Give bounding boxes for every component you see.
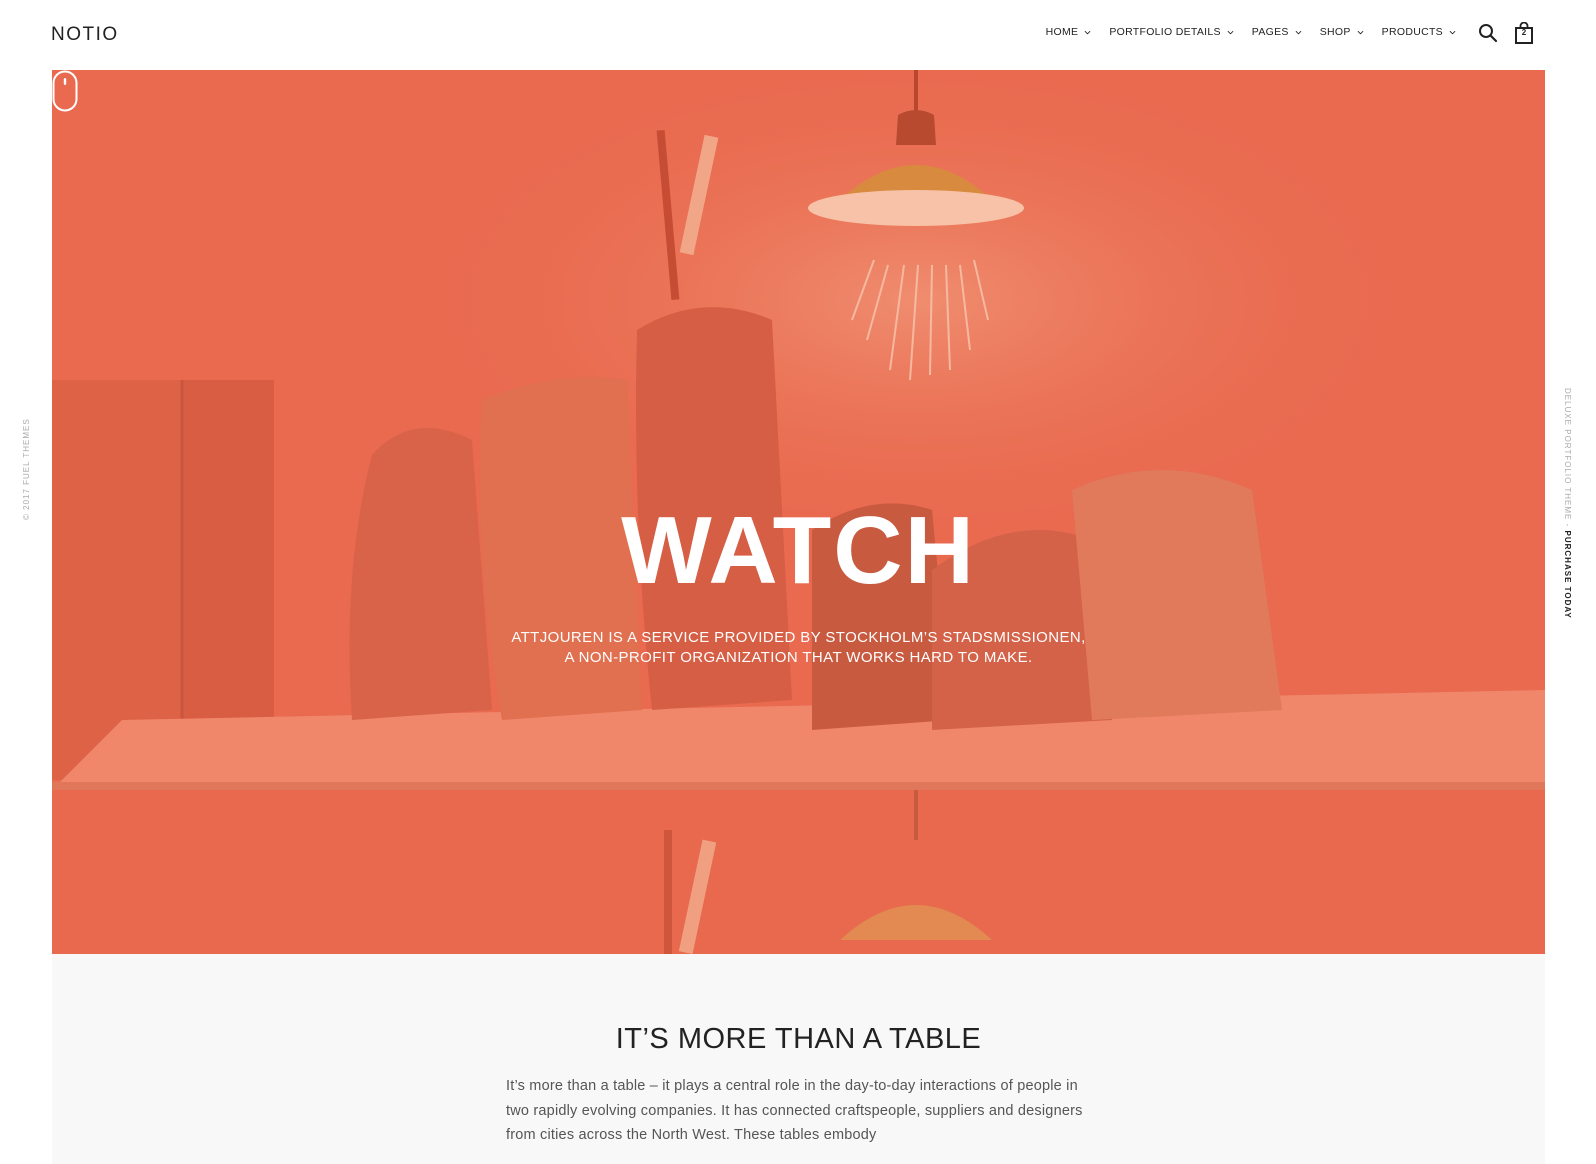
scroll-down-mouse-icon[interactable]	[52, 70, 78, 112]
header-icons: 2	[1477, 22, 1535, 44]
nav-item-shop[interactable]: SHOP	[1320, 26, 1364, 38]
hero-subtitle-line-2: A NON-PROFIT ORGANIZATION THAT WORKS HAR…	[564, 649, 1033, 666]
section-title: IT’S MORE THAN A TABLE	[615, 1023, 982, 1055]
cart-count-badge: 2	[1521, 28, 1527, 37]
nav-item-label: SHOP	[1319, 26, 1351, 38]
main-nav: HOME PORTFOLIO DETAILS PAGES SHOP PRODUC…	[1046, 26, 1456, 38]
chevron-down-icon	[1357, 30, 1364, 34]
site-logo[interactable]: NOTIO	[51, 24, 119, 46]
chevron-down-icon	[1295, 30, 1302, 34]
nav-item-label: PORTFOLIO DETAILS	[1109, 26, 1221, 38]
section-body: It’s more than a table – it plays a cent…	[506, 1078, 1083, 1143]
promo-text: DELUXE PORTFOLIO THEME - PURCHASE TODAY	[1563, 388, 1572, 619]
hero-subtitle-line-1: ATTJOUREN IS A SERVICE PROVIDED BY STOCK…	[511, 629, 1086, 646]
copyright-text: © 2017 FUEL THEMES	[22, 418, 31, 520]
nav-item-label: PRODUCTS	[1381, 26, 1443, 38]
hero-subtitle: ATTJOUREN IS A SERVICE PROVIDED BY STOCK…	[52, 628, 1545, 668]
hero-section: WATCH ATTJOUREN IS A SERVICE PROVIDED BY…	[52, 70, 1545, 954]
nav-item-home[interactable]: HOME	[1046, 26, 1092, 38]
site-header: NOTIO HOME PORTFOLIO DETAILS PAGES SHOP …	[0, 0, 1596, 70]
nav-item-pages[interactable]: PAGES	[1252, 26, 1302, 38]
nav-item-portfolio-details[interactable]: PORTFOLIO DETAILS	[1109, 26, 1234, 38]
nav-item-products[interactable]: PRODUCTS	[1382, 26, 1456, 38]
nav-item-label: HOME	[1045, 26, 1079, 38]
promo-label: DELUXE PORTFOLIO THEME -	[1563, 388, 1572, 531]
about-section: IT’S MORE THAN A TABLE It’s more than a …	[52, 954, 1545, 1164]
hero-title: WATCH	[621, 497, 976, 604]
purchase-link[interactable]: PURCHASE TODAY	[1563, 531, 1572, 619]
chevron-down-icon	[1449, 30, 1456, 34]
search-icon	[1479, 24, 1498, 43]
cart-button[interactable]: 2	[1513, 22, 1535, 44]
search-button[interactable]	[1477, 22, 1499, 44]
chevron-down-icon	[1227, 30, 1234, 34]
nav-item-label: PAGES	[1251, 26, 1289, 38]
chevron-down-icon	[1084, 30, 1091, 34]
